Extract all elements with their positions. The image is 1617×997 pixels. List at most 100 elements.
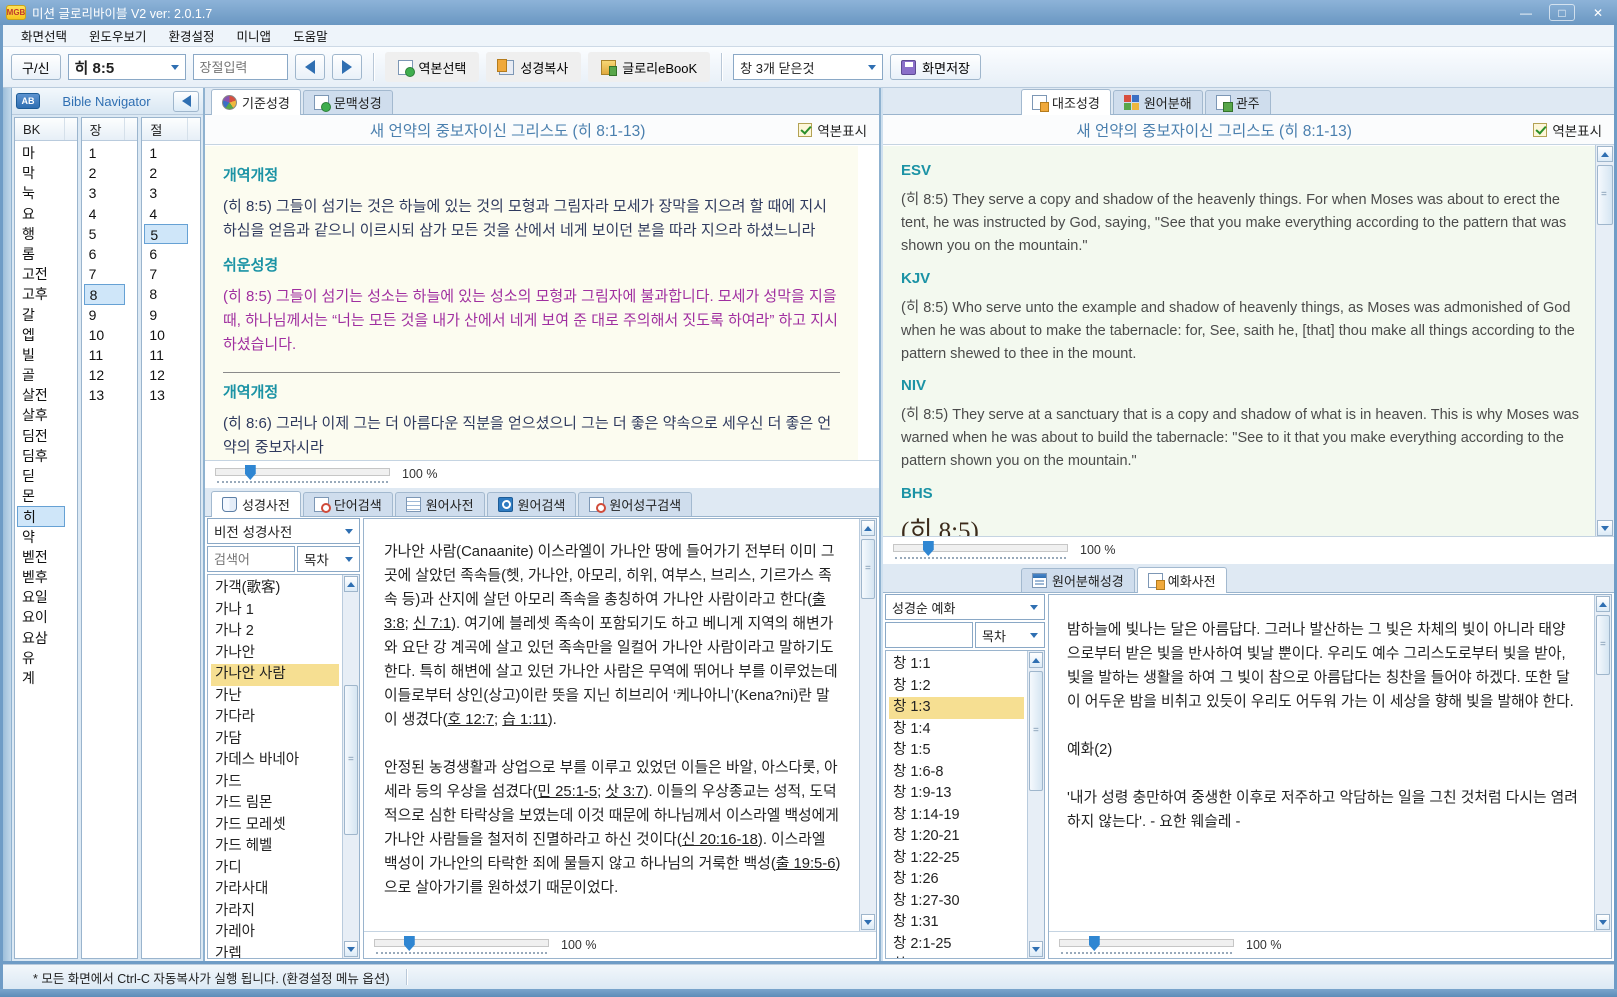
chapter-column-header[interactable]: 장 bbox=[82, 118, 138, 141]
book-item[interactable]: 빌 bbox=[15, 345, 77, 365]
tab[interactable]: 성경사전 bbox=[211, 491, 301, 517]
illustration-ref[interactable]: 창 1:26 bbox=[889, 869, 1024, 891]
tab[interactable]: 예화사전 bbox=[1137, 567, 1227, 593]
zoom-slider[interactable] bbox=[1059, 936, 1234, 954]
dictionary-search-input[interactable] bbox=[207, 546, 295, 572]
version-display-toggle[interactable]: 역본표시 bbox=[798, 120, 867, 140]
chapter-item[interactable]: 9 bbox=[82, 305, 138, 325]
verse-item[interactable]: 4 bbox=[142, 204, 200, 224]
next-verse-button[interactable] bbox=[332, 54, 362, 80]
bible-copy-button[interactable]: 성경복사 bbox=[486, 52, 581, 82]
book-item[interactable]: 고후 bbox=[15, 284, 77, 304]
illustration-ref[interactable]: 창 2:1-3 bbox=[889, 955, 1024, 959]
tab[interactable]: 원어사전 bbox=[395, 492, 485, 516]
book-column-header[interactable]: BK bbox=[15, 118, 77, 141]
chapter-item[interactable]: 1 bbox=[82, 143, 138, 163]
illustration-ref[interactable]: 창 1:9-13 bbox=[889, 783, 1024, 805]
menu-item[interactable]: 미니앱 bbox=[227, 24, 282, 47]
dictionary-entry[interactable]: 가드 헤벨 bbox=[211, 836, 339, 858]
book-item[interactable]: 갈 bbox=[15, 305, 77, 325]
glory-ebook-button[interactable]: 글로리eBooK bbox=[588, 52, 710, 82]
book-item[interactable]: 딛 bbox=[15, 466, 77, 486]
dictionary-entry[interactable]: 가드 모레셋 bbox=[211, 815, 339, 837]
scroll-up-icon[interactable] bbox=[861, 520, 875, 536]
illustration-list-scrollbar[interactable] bbox=[1027, 651, 1044, 958]
dictionary-entry[interactable]: 가나 1 bbox=[211, 600, 339, 622]
book-item[interactable]: 요 bbox=[15, 204, 77, 224]
scrollbar-thumb[interactable] bbox=[1596, 615, 1610, 675]
layout-preset-combo[interactable]: 창 3개 닫은것 bbox=[733, 54, 883, 80]
version-name[interactable]: 개역개정 bbox=[223, 164, 840, 185]
book-item[interactable]: 살전 bbox=[15, 385, 77, 405]
scrollbar-thumb[interactable] bbox=[861, 539, 875, 599]
book-reference-combo[interactable]: 히 8:5 bbox=[68, 54, 186, 80]
verse-item[interactable]: 13 bbox=[142, 385, 200, 405]
dictionary-entry[interactable]: 가데스 바네아 bbox=[211, 750, 339, 772]
verse-item[interactable]: 8 bbox=[142, 284, 200, 304]
dictionary-entry[interactable]: 가드 림몬 bbox=[211, 793, 339, 815]
scroll-up-icon[interactable] bbox=[1596, 596, 1610, 612]
article-scrollbar[interactable] bbox=[859, 519, 876, 931]
book-item[interactable]: 요삼 bbox=[15, 628, 77, 648]
book-item[interactable]: 눅 bbox=[15, 183, 77, 203]
slider-thumb[interactable] bbox=[1089, 936, 1100, 951]
scroll-down-icon[interactable] bbox=[1597, 520, 1613, 536]
book-item[interactable]: 고전 bbox=[15, 264, 77, 284]
tab[interactable]: 관주 bbox=[1205, 90, 1271, 114]
illustration-ref[interactable]: 창 1:14-19 bbox=[889, 805, 1024, 827]
book-item[interactable]: 딤전 bbox=[15, 426, 77, 446]
chapter-item[interactable]: 5 bbox=[82, 224, 138, 244]
verse-item[interactable]: 3 bbox=[142, 183, 200, 203]
verse-item[interactable]: 12 bbox=[142, 365, 200, 385]
version-display-toggle[interactable]: 역본표시 bbox=[1533, 120, 1602, 140]
menu-item[interactable]: 화면선택 bbox=[11, 24, 77, 47]
dictionary-entry[interactable]: 가다라 bbox=[211, 707, 339, 729]
book-item[interactable]: 벧후 bbox=[15, 567, 77, 587]
illustration-ref[interactable]: 창 1:22-25 bbox=[889, 848, 1024, 870]
checkbox-checked-icon[interactable] bbox=[798, 123, 812, 137]
scroll-up-icon[interactable] bbox=[344, 576, 358, 592]
tab[interactable]: 기준성경 bbox=[211, 89, 301, 115]
illustration-ref[interactable]: 창 1:4 bbox=[889, 719, 1024, 741]
verse-column-header[interactable]: 절 bbox=[142, 118, 200, 141]
version-name[interactable]: BHS bbox=[901, 485, 1579, 502]
book-item[interactable]: 요일 bbox=[15, 587, 77, 607]
chapter-item[interactable]: 6 bbox=[82, 244, 138, 264]
zoom-slider[interactable] bbox=[374, 936, 549, 954]
menu-item[interactable]: 환경설정 bbox=[159, 24, 225, 47]
zoom-slider[interactable] bbox=[215, 465, 390, 483]
menu-item[interactable]: 윈도우보기 bbox=[79, 24, 157, 47]
verse-item[interactable]: 2 bbox=[142, 163, 200, 183]
dictionary-entry[interactable]: 가나 2 bbox=[211, 621, 339, 643]
tab[interactable]: 원어분해 bbox=[1113, 90, 1203, 114]
illustration-ref[interactable]: 창 1:31 bbox=[889, 912, 1024, 934]
dictionary-entry[interactable]: 가나안 사람 bbox=[211, 664, 339, 686]
dictionary-entry[interactable]: 가나안 bbox=[211, 643, 339, 665]
chapter-item[interactable]: 11 bbox=[82, 345, 138, 365]
dictionary-entry[interactable]: 가난 bbox=[211, 686, 339, 708]
chapter-item[interactable]: 8 bbox=[84, 284, 126, 304]
illustration-ref[interactable]: 창 2:1-25 bbox=[889, 934, 1024, 956]
illustration-ref[interactable]: 창 1:27-30 bbox=[889, 891, 1024, 913]
tab[interactable]: 원어검색 bbox=[487, 492, 577, 516]
version-name[interactable]: ESV bbox=[901, 162, 1579, 179]
dictionary-entry[interactable]: 가렙 bbox=[211, 944, 339, 960]
book-item[interactable]: 히 bbox=[17, 506, 65, 526]
book-item[interactable]: 유 bbox=[15, 648, 77, 668]
minimize-button[interactable]: — bbox=[1513, 4, 1539, 21]
illustration-ref[interactable]: 창 1:20-21 bbox=[889, 826, 1024, 848]
chapter-item[interactable]: 12 bbox=[82, 365, 138, 385]
scroll-up-icon[interactable] bbox=[1597, 146, 1613, 162]
dictionary-entry[interactable]: 가라사대 bbox=[211, 879, 339, 901]
testament-toggle-button[interactable]: 구/신 bbox=[11, 54, 61, 80]
book-item[interactable]: 막 bbox=[15, 163, 77, 183]
slider-thumb[interactable] bbox=[245, 465, 256, 480]
dictionary-entry[interactable]: 가객(歌客) bbox=[211, 578, 339, 600]
illustration-category-combo[interactable]: 성경순 예화 bbox=[885, 594, 1045, 620]
tab[interactable]: 문맥성경 bbox=[303, 90, 393, 114]
scroll-down-icon[interactable] bbox=[861, 914, 875, 930]
dictionary-entry[interactable]: 가담 bbox=[211, 729, 339, 751]
chapter-item[interactable]: 10 bbox=[82, 325, 138, 345]
book-item[interactable]: 골 bbox=[15, 365, 77, 385]
dictionary-entry[interactable]: 가라지 bbox=[211, 901, 339, 923]
